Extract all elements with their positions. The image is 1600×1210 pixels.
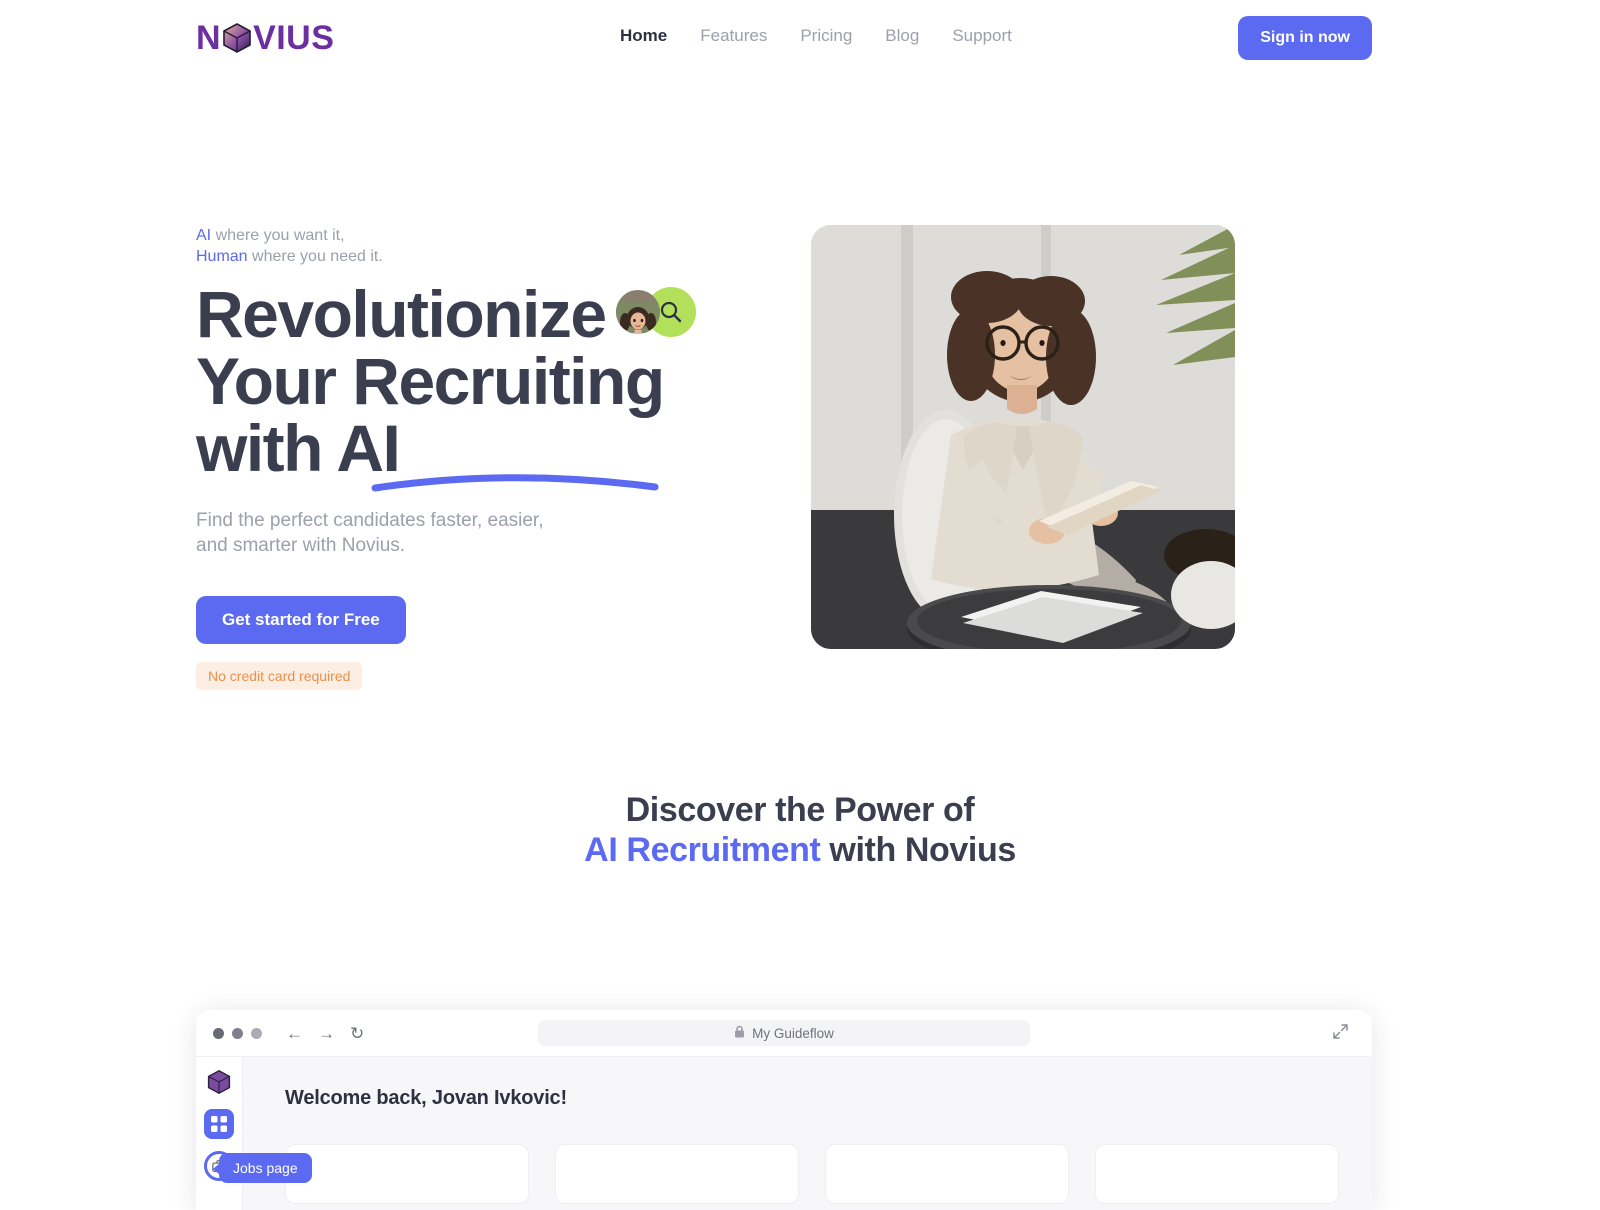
hero-headline-line-1: Revolutionize [196,281,756,348]
dashboard-card[interactable] [285,1144,529,1204]
hero-eyebrow-text-1: where you want it, [211,227,345,244]
avatar [615,289,660,334]
hero-image [811,225,1235,649]
hero-content: AI where you want it, Human where you ne… [196,225,756,690]
hero-section: AI where you want it, Human where you ne… [0,0,1600,760]
app-main-content: Welcome back, Jovan Ivkovic! Jobs page [204,1057,1372,1210]
hero-eyebrow: AI where you want it, Human where you ne… [196,225,756,267]
welcome-message: Welcome back, Jovan Ivkovic! [285,1087,567,1109]
app-preview: Welcome back, Jovan Ivkovic! Jobs page [196,1057,1372,1210]
lock-icon [734,1025,745,1041]
hero-eyebrow-human: Human [196,248,248,265]
no-credit-card-badge: No credit card required [196,662,363,690]
section-heading-rest: with Novius [820,831,1016,869]
address-bar-text: My Guideflow [752,1025,834,1041]
arrow-right-icon[interactable]: → [318,1025,335,1042]
arrow-left-icon[interactable]: ← [286,1025,303,1042]
hero-headline-text-2: Your Recruiting [196,344,665,418]
dashboard-card[interactable] [555,1144,799,1204]
reload-icon[interactable]: ↻ [350,1025,364,1042]
hero-subtitle: Find the perfect candidates faster, easi… [196,510,544,556]
browser-nav-buttons: ← → ↻ [286,1025,364,1042]
hero-headline-text-1: Revolutionize [196,277,607,351]
section-heading-line-1: Discover the Power of [625,791,975,829]
hero-badge-group [615,286,696,337]
dashboard-card[interactable] [1095,1144,1339,1204]
cube-logo-icon [207,1069,231,1095]
address-bar[interactable]: My Guideflow [538,1020,1030,1046]
close-dot-icon[interactable] [213,1027,224,1039]
hero-headline-line-2: Your Recruiting [196,348,756,492]
traffic-lights [213,1027,262,1039]
hero-headline: Revolutionize Your Recruiting with AI [196,281,756,492]
grid-dashboard-icon[interactable] [204,1109,234,1139]
browser-mockup: ← → ↻ My Guideflow Welcome back, Jovan I… [196,1010,1372,1210]
hero-headline-line-3: with AI [196,411,401,485]
minimize-dot-icon[interactable] [232,1027,243,1039]
jobs-page-tooltip: Jobs page [213,1153,312,1183]
get-started-button[interactable]: Get started for Free [196,596,406,644]
expand-icon[interactable] [1333,1023,1348,1043]
dashboard-card[interactable] [825,1144,1069,1204]
hero-eyebrow-ai: AI [196,227,212,244]
section-heading-highlight: AI Recruitment [584,831,821,869]
app-sidebar [196,1057,243,1210]
hero-eyebrow-text-2: where you need it. [247,248,383,265]
maximize-dot-icon[interactable] [251,1027,262,1039]
browser-chrome-bar: ← → ↻ My Guideflow [196,1010,1372,1057]
dashboard-cards [285,1144,1372,1204]
section-heading: Discover the Power of AI Recruitment wit… [0,790,1600,870]
